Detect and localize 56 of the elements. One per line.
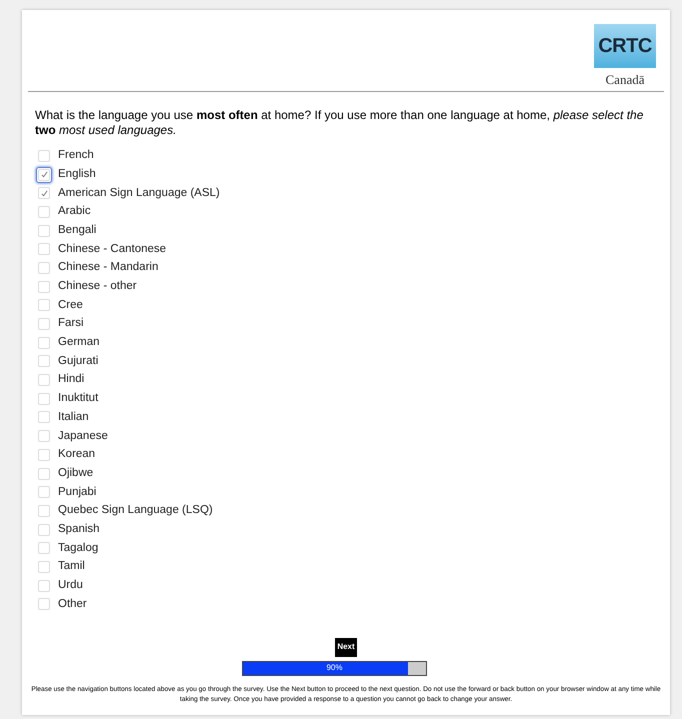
option-label[interactable]: Urdu <box>58 577 83 594</box>
logo-title: CRTC <box>598 34 652 59</box>
checkbox[interactable] <box>38 280 50 293</box>
option-label[interactable]: Gujurati <box>58 352 98 370</box>
option-label[interactable]: Tagalog <box>58 540 98 557</box>
option-label[interactable]: Punjabi <box>58 484 96 501</box>
checkbox[interactable] <box>38 392 50 405</box>
check-icon <box>40 171 48 178</box>
option-label[interactable]: Japanese <box>58 428 108 445</box>
option-label[interactable]: German <box>58 334 100 352</box>
checkbox[interactable] <box>38 206 50 218</box>
option-label[interactable]: Hindi <box>58 371 84 389</box>
option-label[interactable]: Bengali <box>58 222 96 240</box>
checkbox[interactable] <box>38 448 50 461</box>
logo-wordmark: Canadā <box>606 71 644 89</box>
option-label[interactable]: Arabic <box>58 203 91 221</box>
option-label[interactable]: Spanish <box>58 520 100 538</box>
option-label[interactable]: Cree <box>58 296 83 314</box>
option-label[interactable]: American Sign Language (ASL) <box>58 184 220 202</box>
option-label[interactable]: Chinese - Cantonese <box>58 240 166 258</box>
checkbox[interactable] <box>38 299 50 312</box>
checkbox[interactable] <box>38 468 50 480</box>
option-label[interactable]: Ojibwe <box>58 464 94 482</box>
option-label[interactable]: English <box>58 166 96 184</box>
next-button[interactable]: Next <box>335 638 357 657</box>
checkbox[interactable] <box>38 336 50 349</box>
checkbox[interactable] <box>38 187 50 200</box>
option-label[interactable]: Tamil <box>58 558 85 576</box>
checkbox[interactable] <box>38 580 50 592</box>
checkbox[interactable] <box>38 486 50 498</box>
option-label[interactable]: Chinese - other <box>58 278 137 296</box>
checkbox[interactable] <box>38 224 50 237</box>
check-icon <box>40 190 48 197</box>
question-text: What is the language you use most often at home? If you use more than one language at home, please select the two most used languages. <box>34 108 644 138</box>
checkbox[interactable] <box>38 411 50 424</box>
checkbox[interactable] <box>38 430 50 442</box>
checkbox[interactable] <box>38 355 50 368</box>
checkbox[interactable] <box>38 598 50 610</box>
option-label[interactable]: Italian <box>58 408 89 426</box>
option-label[interactable]: Quebec Sign Language (LSQ) <box>58 502 213 520</box>
option-label[interactable]: Other <box>58 596 87 613</box>
checkbox[interactable] <box>38 524 50 536</box>
option-label[interactable]: Chinese - Mandarin <box>58 259 158 277</box>
checkbox[interactable] <box>38 504 50 517</box>
progress-reading: 90% <box>325 662 344 674</box>
checkbox[interactable] <box>38 150 50 162</box>
checkbox[interactable] <box>38 318 50 330</box>
option-label[interactable]: French <box>58 147 94 164</box>
checkbox[interactable] <box>38 243 50 256</box>
checkbox[interactable] <box>38 374 50 386</box>
option-label[interactable]: Inuktitut <box>58 390 98 408</box>
checkbox[interactable] <box>38 560 50 573</box>
option-label[interactable]: Farsi <box>58 315 84 333</box>
checkbox[interactable] <box>38 542 50 554</box>
option-label[interactable]: Korean <box>58 446 96 464</box>
checkbox[interactable] <box>38 262 50 274</box>
